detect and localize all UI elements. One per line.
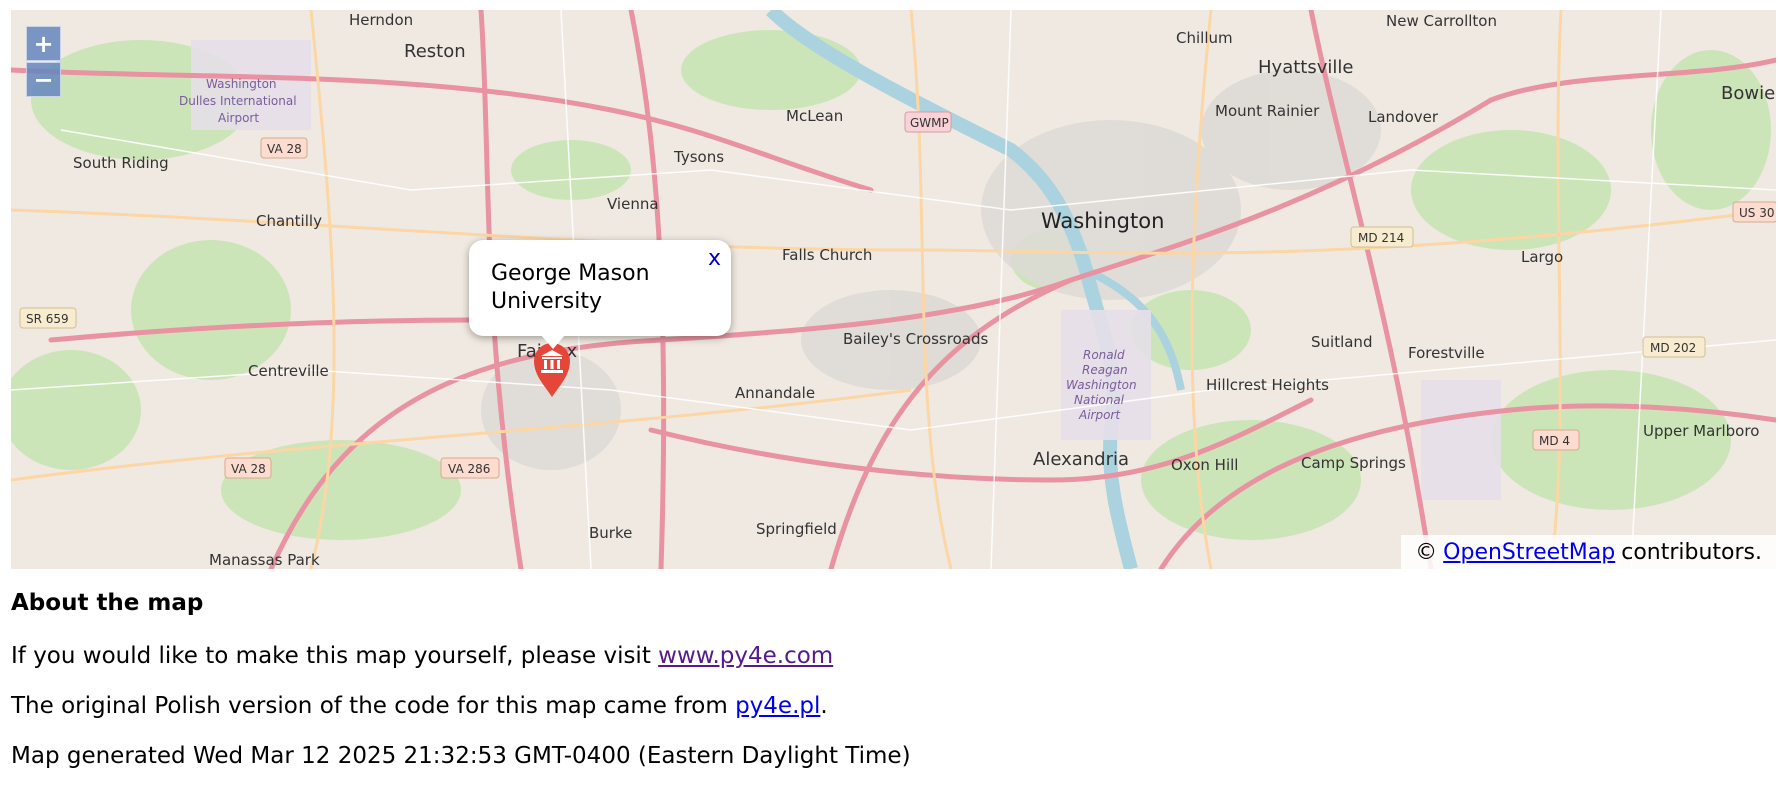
shield-md4: MD 4 <box>1539 434 1570 448</box>
place-oxon-hill: Oxon Hill <box>1171 456 1238 474</box>
popup-place-name: George Mason University <box>491 261 650 314</box>
place-upper-marlboro: Upper Marlboro <box>1643 422 1759 440</box>
about-line-polish-text: The original Polish version of the code … <box>11 693 736 719</box>
popup-tip <box>541 335 565 349</box>
place-herndon: Herndon <box>349 11 413 29</box>
shield-us30: US 30 <box>1739 206 1774 220</box>
place-south-riding: South Riding <box>73 154 169 172</box>
place-landover: Landover <box>1368 108 1439 126</box>
place-falls-church: Falls Church <box>782 246 872 264</box>
place-manassas-park: Manassas Park <box>209 551 320 569</box>
place-mclean: McLean <box>786 107 843 125</box>
zoom-in-button[interactable]: + <box>26 26 61 61</box>
marker-popup: George Mason University x <box>469 240 731 336</box>
popup-close-button[interactable]: x <box>708 246 721 271</box>
shield-va28-north: VA 28 <box>267 142 302 156</box>
place-forestville: Forestville <box>1408 344 1485 362</box>
place-hyattsville: Hyattsville <box>1258 57 1353 78</box>
place-chillum: Chillum <box>1176 29 1233 47</box>
shield-md202: MD 202 <box>1650 341 1696 355</box>
about-line-polish: The original Polish version of the code … <box>11 692 1761 720</box>
shield-va286: VA 286 <box>448 462 490 476</box>
openstreetmap-link[interactable]: OpenStreetMap <box>1443 540 1615 565</box>
shield-sr659: SR 659 <box>26 312 69 326</box>
place-camp-springs: Camp Springs <box>1301 454 1406 472</box>
py4e-pl-link[interactable]: py4e.pl <box>735 693 820 719</box>
about-line-visit: If you would like to make this map yours… <box>11 642 1761 670</box>
map-attribution: © OpenStreetMap contributors. <box>1401 535 1776 569</box>
shield-md214: MD 214 <box>1358 231 1404 245</box>
copyright-symbol: © <box>1415 539 1438 565</box>
shield-va28-south: VA 28 <box>231 462 266 476</box>
about-heading: About the map <box>11 590 204 616</box>
place-vienna: Vienna <box>607 195 659 213</box>
place-tysons: Tysons <box>673 148 724 166</box>
place-suitland: Suitland <box>1311 333 1372 351</box>
place-burke: Burke <box>589 524 632 542</box>
place-annandale: Annandale <box>735 384 815 402</box>
place-largo: Largo <box>1521 248 1563 266</box>
place-new-carrollton: New Carrollton <box>1386 12 1497 30</box>
place-mount-rainier: Mount Rainier <box>1215 102 1320 120</box>
university-marker-icon[interactable] <box>532 341 572 399</box>
place-reston: Reston <box>404 41 466 62</box>
place-hillcrest-heights: Hillcrest Heights <box>1206 376 1329 394</box>
place-chantilly: Chantilly <box>256 212 322 230</box>
py4e-com-link[interactable]: www.py4e.com <box>658 643 833 669</box>
attribution-suffix: contributors. <box>1621 539 1762 565</box>
place-centreville: Centreville <box>248 362 329 380</box>
place-bowie: Bowie <box>1721 83 1775 104</box>
about-line-polish-end: . <box>820 693 828 719</box>
place-springfield: Springfield <box>756 520 837 538</box>
place-baileys-crossroads: Bailey's Crossroads <box>843 330 988 348</box>
about-section: About the map If you would like to make … <box>11 590 1761 792</box>
shield-gwmp: GWMP <box>910 116 949 130</box>
map-viewport[interactable]: Herndon Reston Washington Dulles Internat… <box>11 10 1776 569</box>
map-tiles: Herndon Reston Washington Dulles Internat… <box>11 10 1776 569</box>
place-washington: Washington <box>1041 209 1164 233</box>
map-generated-timestamp: Map generated Wed Mar 12 2025 21:32:53 G… <box>11 743 911 769</box>
place-alexandria: Alexandria <box>1033 449 1129 470</box>
zoom-out-button[interactable]: − <box>26 62 61 97</box>
about-line-visit-text: If you would like to make this map yours… <box>11 643 659 669</box>
